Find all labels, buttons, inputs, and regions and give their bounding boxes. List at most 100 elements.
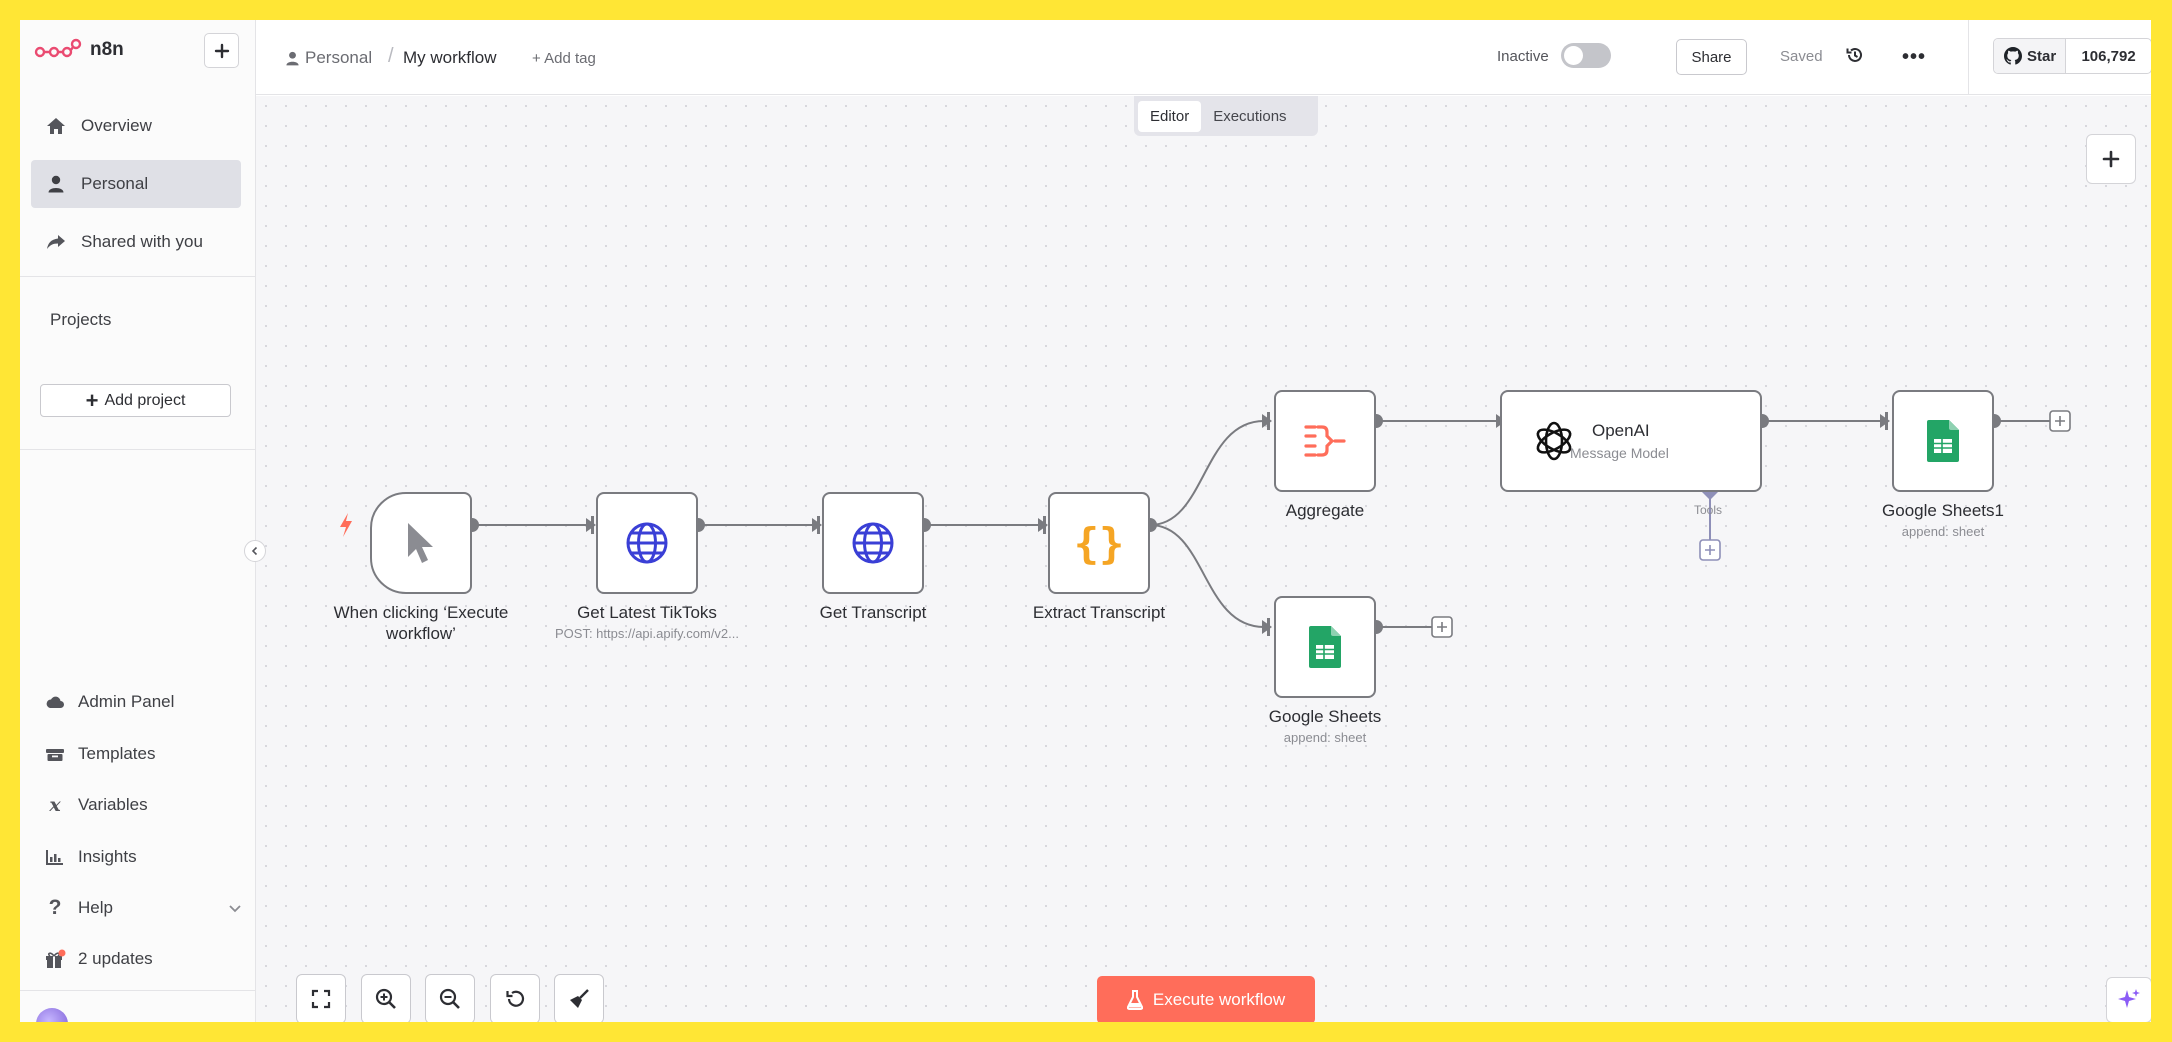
brand-name: n8n [90,39,124,60]
gift-icon [44,948,66,970]
sidebar-item-label: Shared with you [81,232,203,251]
sidebar-item-label: 2 updates [78,949,153,968]
globe-icon [852,522,894,564]
aggregate-icon [1304,425,1346,457]
node-label: OpenAI [1592,421,1650,440]
user-icon [45,173,67,195]
node-get-transcript[interactable] [822,492,924,594]
sparkle-icon [2118,989,2140,1008]
n8n-logo-icon [34,38,82,58]
node-label: Aggregate [1285,501,1365,520]
collapse-sidebar-button[interactable] [244,540,266,562]
plus-icon [214,43,229,58]
share-button[interactable]: Share [1676,39,1747,75]
flask-icon [1126,990,1143,1010]
github-star-button[interactable]: Star [1994,39,2067,73]
tab-executions[interactable]: Executions [1201,101,1298,132]
ai-assistant-button[interactable] [2106,977,2151,1022]
share-icon [45,231,67,253]
tab-editor[interactable]: Editor [1138,100,1202,132]
zoom-out-button[interactable] [425,974,475,1022]
logo[interactable]: n8n [34,38,124,62]
breadcrumb-separator: / [388,45,394,67]
workflow-name[interactable]: My workflow [403,48,497,68]
history-icon[interactable] [1845,45,1865,70]
connections-layer [465,410,2071,638]
chevron-down-icon [229,905,241,913]
zoom-in-icon [375,988,396,1009]
node-get-latest-tiktoks[interactable] [596,492,698,594]
chart-icon [44,846,66,868]
sidebar-item-label: Help [78,898,113,917]
sidebar-item-label: Variables [78,795,148,814]
plus-icon [2102,150,2120,168]
github-star-label: Star [2027,47,2057,65]
input-handle [1267,412,1270,430]
question-icon: ? [48,896,62,919]
sidebar-item-label: Admin Panel [78,692,175,711]
avatar[interactable] [36,1008,68,1022]
sidebar-item-shared[interactable]: Shared with you [31,218,241,266]
header: Personal / My workflow + Add tag Inactiv… [256,20,2151,95]
sidebar-item-help[interactable]: ? Help [44,893,244,923]
fit-view-button[interactable] [296,974,346,1022]
sidebar-item-variables[interactable]: x Variables [44,790,244,820]
zoom-in-button[interactable] [361,974,411,1022]
sidebar-item-label: Insights [78,847,137,866]
view-tabs: Editor Executions [1134,96,1318,136]
sidebar-item-personal[interactable]: Personal [31,160,241,208]
add-project-label: Add project [104,391,186,409]
breadcrumb-project-label: Personal [305,48,373,67]
chevron-left-icon [251,546,258,556]
active-toggle[interactable] [1561,43,1611,68]
node-label: Google Sheets1 [1882,501,2004,520]
execute-workflow-button[interactable]: Execute workflow [1097,976,1315,1022]
home-icon [45,115,67,137]
input-handle [1267,618,1270,636]
add-node-button[interactable] [2086,134,2136,184]
node-extract-transcript[interactable]: {} [1048,492,1150,594]
google-sheets-icon [1927,420,1959,462]
node-google-sheets[interactable] [1274,596,1376,698]
sidebar-divider [20,449,256,450]
input-handle [591,516,594,534]
workflow-canvas[interactable]: Editor Executions When clicking ‘Execute… [256,96,2151,1022]
input-handle [1885,412,1888,430]
reset-zoom-button[interactable] [490,974,540,1022]
tools-label: Tools [1694,503,1723,517]
node-label: Get Latest TikToks [577,603,717,622]
node-label: Get Transcript [819,603,927,622]
sidebar-divider [20,990,256,991]
undo-icon [506,990,525,1007]
sidebar-item-admin-panel[interactable]: Admin Panel [44,687,244,717]
sidebar-item-templates[interactable]: Templates [44,739,244,769]
github-star-count: 106,792 [2081,47,2136,65]
node-subtitle: POST: https://api.apify.com/v2... [555,626,739,641]
broom-icon [570,989,589,1008]
sidebar-item-updates[interactable]: 2 updates [44,944,244,974]
node-aggregate[interactable] [1274,390,1376,492]
sidebar-item-label: Templates [78,744,156,763]
more-options-icon[interactable]: ••• [1902,46,1926,69]
plus-icon: + [85,387,99,413]
sidebar-divider [20,276,256,277]
sidebar-item-overview[interactable]: Overview [31,102,241,150]
box-icon [44,743,66,765]
create-button[interactable] [204,33,239,68]
github-star-widget[interactable]: Star 106,792 [1993,38,2151,74]
toggle-knob [1564,46,1583,65]
add-project-button[interactable]: + Add project [40,384,231,417]
add-tag-button[interactable]: + Add tag [532,50,596,67]
node-google-sheets1[interactable] [1892,390,1994,492]
node-openai[interactable] [1500,390,1762,492]
node-subtitle: append: sheet [1901,524,1985,539]
code-braces-icon: {} [1073,518,1125,568]
node-manual-trigger[interactable] [370,492,472,594]
sidebar-item-insights[interactable]: Insights [44,842,244,872]
status-label: Inactive [1497,48,1549,65]
breadcrumb-project[interactable]: Personal [286,48,372,68]
node-subtitle: Message Model [1570,445,1669,461]
tidy-up-button[interactable] [554,974,604,1022]
variable-icon: x [49,794,61,816]
input-handle [817,516,820,534]
